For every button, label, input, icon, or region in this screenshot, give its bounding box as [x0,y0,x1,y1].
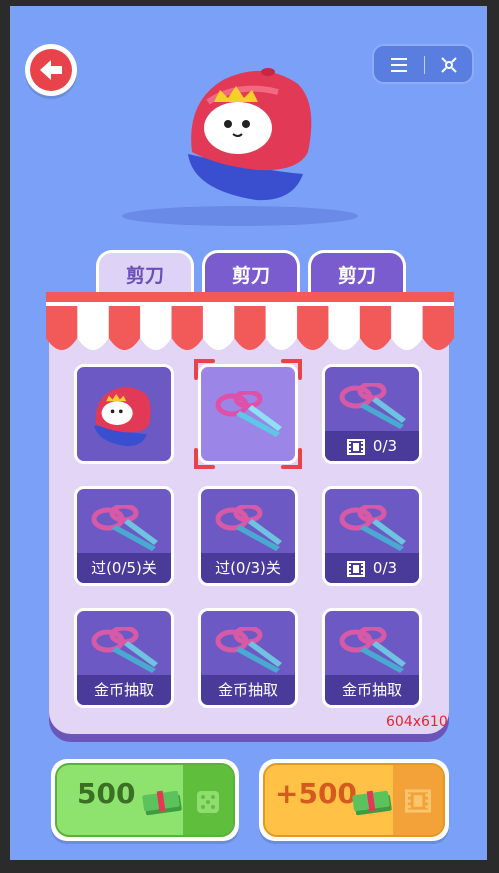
dice-icon [197,791,219,813]
slot-scissors-level-3[interactable]: 过(0/3)关 [198,486,298,586]
awning-stripe [265,306,298,350]
slot-caption: 过(0/3)关 [201,553,295,583]
game-screen: 剪刀 剪刀 剪刀 0/3 过(0/5)关 过(0/3)关 0/3 金币抽取 金币… [10,6,487,860]
slot-caption-text: 0/3 [372,437,398,455]
film-icon [346,438,365,455]
scissors-icon [215,505,282,551]
dimensions-label: 604x610 [386,714,448,730]
scissors-icon [215,627,282,673]
hat-icon [94,387,151,447]
slot-caption: 0/3 [325,431,419,461]
dice-panel [183,765,233,835]
slot-hat[interactable] [74,364,174,464]
awning-stripe [328,306,360,350]
awning-stripe [46,306,78,350]
scissors-icon [339,627,406,673]
slot-scissors-coin-3[interactable]: 金币抽取 [322,608,422,708]
video-reward-button[interactable]: +500 [259,759,449,841]
selection-frame [194,359,302,469]
awning-stripe [422,306,454,350]
arrow-left-icon [40,60,62,80]
menu-capsule [372,44,474,84]
hat-preview [188,68,312,201]
tab-scissors-1[interactable]: 剪刀 [96,250,194,298]
slot-caption: 金币抽取 [201,675,295,705]
slot-caption: 金币抽取 [325,675,419,705]
scissors-icon [91,505,158,551]
cash-icon [352,790,392,816]
tab-scissors-3[interactable]: 剪刀 [308,250,406,298]
scissors-icon [91,627,158,673]
scissors-icon [339,505,406,551]
slot-scissors-level-5[interactable]: 过(0/5)关 [74,486,174,586]
awning-stripe [297,306,329,350]
slot-scissors-coin-2[interactable]: 金币抽取 [198,608,298,708]
film-icon [346,560,365,577]
slot-scissors-coin-1[interactable]: 金币抽取 [74,608,174,708]
slot-caption: 过(0/5)关 [77,553,171,583]
capsule-divider [424,56,425,74]
video-reward-button-face: +500 [263,763,445,837]
slot-scissors-video-1[interactable]: 0/3 [322,364,422,464]
awning-stripe [171,306,203,350]
shop-awning [46,292,454,350]
hero-shadow [122,206,358,226]
coin-draw-button[interactable]: 500 [51,759,239,841]
slot-caption: 0/3 [325,553,419,583]
awning-stripe [234,306,266,350]
slot-caption: 金币抽取 [77,675,171,705]
coin-price: 500 [77,777,136,810]
awning-stripe [202,306,235,350]
slot-scissors-video-2[interactable]: 0/3 [322,486,422,586]
video-panel [393,765,443,835]
slot-caption-text: 0/3 [372,559,398,577]
menu-icon[interactable] [388,54,410,76]
awning-stripe [108,306,141,350]
back-button[interactable] [25,44,77,96]
awning-stripe [140,306,172,350]
scissors-icon [339,383,406,429]
film-icon [405,789,431,813]
reward-amount: +500 [275,777,357,810]
back-button-face [30,49,72,91]
cash-icon [142,790,182,816]
awning-stripe [77,306,109,350]
awning-stripe [391,306,423,350]
awning-stripe [359,306,392,350]
coin-draw-button-face: 500 [55,763,235,837]
close-icon[interactable] [438,54,460,76]
tab-scissors-2[interactable]: 剪刀 [202,250,300,298]
